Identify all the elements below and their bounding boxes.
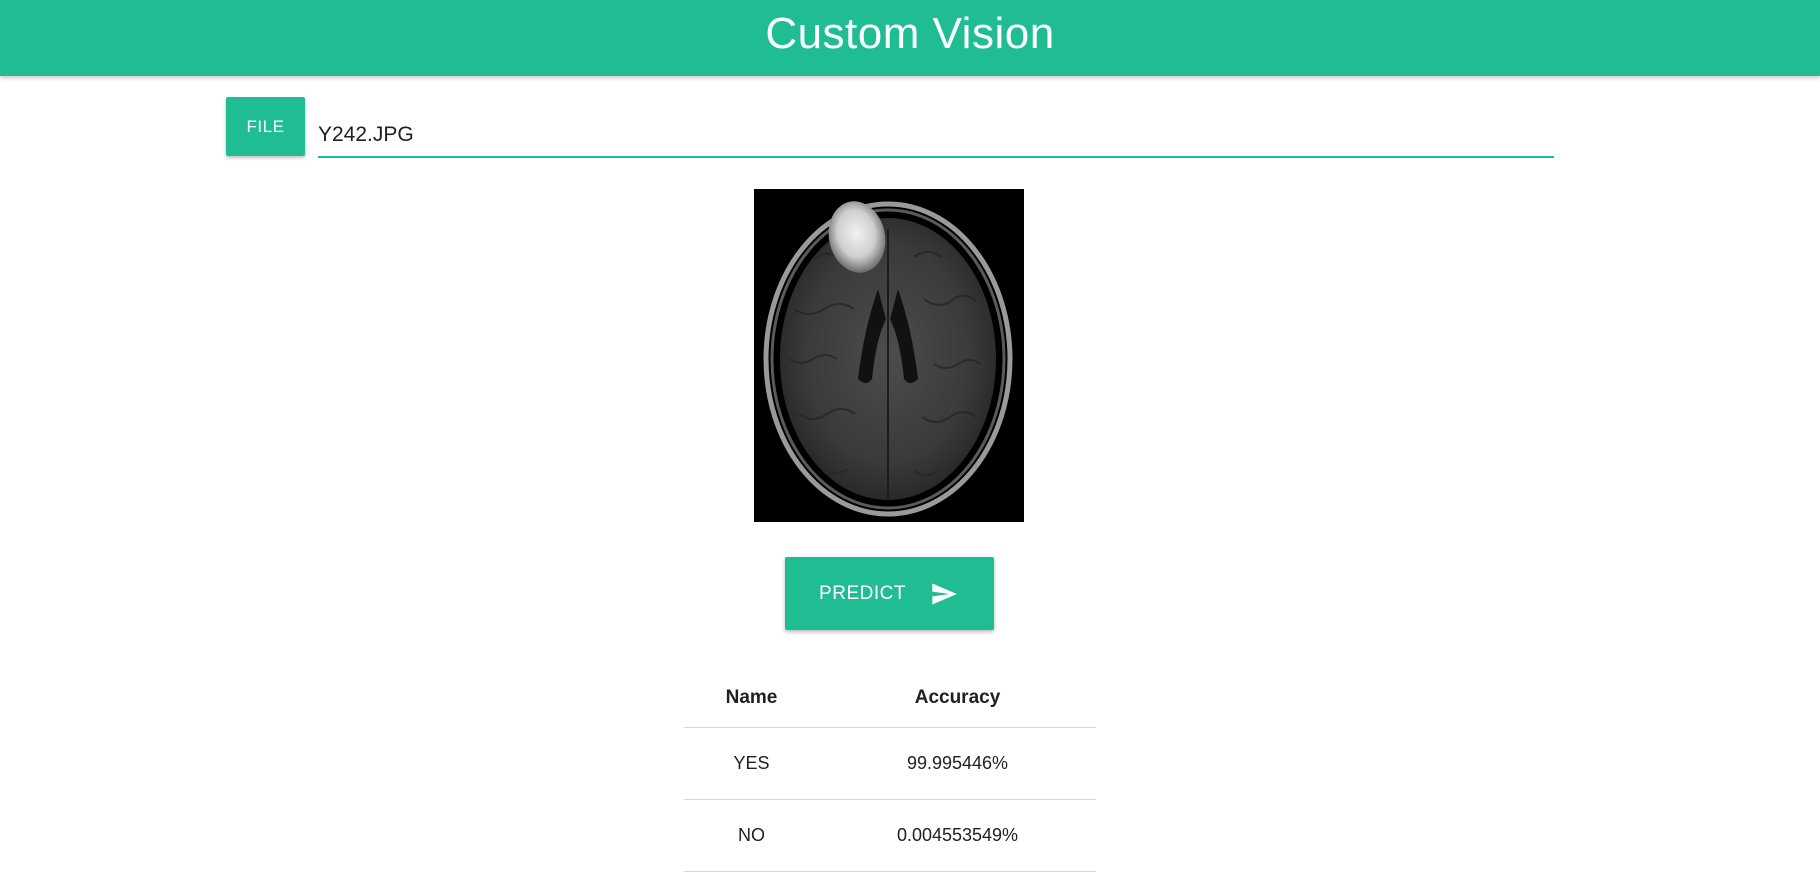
app-title: Custom Vision bbox=[765, 9, 1055, 58]
file-button[interactable]: FILE bbox=[226, 97, 305, 156]
result-name: NO bbox=[684, 799, 819, 872]
column-header-accuracy: Accuracy bbox=[819, 670, 1096, 728]
table-row: NO 0.004553549% bbox=[684, 799, 1096, 872]
mri-scan-graphic bbox=[754, 189, 1024, 522]
app-header: Custom Vision bbox=[0, 0, 1820, 76]
table-header-row: Name Accuracy bbox=[684, 670, 1096, 728]
result-accuracy: 99.995446% bbox=[819, 727, 1096, 800]
table-row: YES 99.995446% bbox=[684, 727, 1096, 800]
result-accuracy: 0.004553549% bbox=[819, 799, 1096, 872]
predict-button[interactable]: PREDICT bbox=[785, 557, 994, 630]
mri-image bbox=[754, 189, 1024, 522]
predict-label: PREDICT bbox=[819, 582, 906, 604]
result-name: YES bbox=[684, 727, 819, 800]
file-path-input[interactable] bbox=[318, 106, 1554, 158]
send-icon bbox=[932, 583, 957, 604]
results-table: Name Accuracy YES 99.995446% NO 0.004553… bbox=[684, 670, 1096, 872]
column-header-name: Name bbox=[684, 670, 819, 728]
